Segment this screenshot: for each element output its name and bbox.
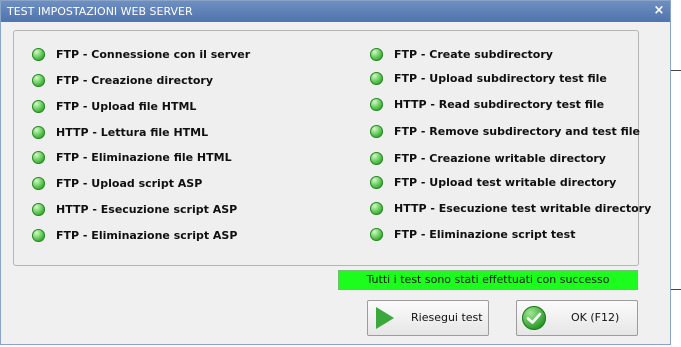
green-led-icon	[370, 98, 383, 111]
check-icon	[522, 306, 546, 330]
background-divider	[671, 289, 681, 290]
ok-button[interactable]: OK (F12)	[516, 300, 638, 336]
check-label: FTP - Upload script ASP	[56, 177, 203, 190]
check-label: HTTP - Esecuzione test writable director…	[394, 202, 652, 215]
green-led-icon	[370, 125, 383, 138]
play-icon	[376, 307, 394, 329]
test-results-panel: FTP - Connessione con il server FTP - Cr…	[13, 30, 651, 266]
check-label: FTP - Creazione directory	[56, 74, 213, 87]
green-led-icon	[32, 126, 45, 139]
green-led-icon	[370, 202, 383, 215]
green-led-icon	[370, 48, 383, 61]
background-divider	[671, 70, 681, 71]
green-led-icon	[370, 176, 383, 189]
check-label: FTP - Eliminazione script test	[394, 228, 576, 241]
check-label: FTP - Upload test writable directory	[394, 176, 617, 189]
green-led-icon	[32, 203, 45, 216]
dialog-title: TEST IMPOSTAZIONI WEB SERVER	[7, 5, 193, 18]
check-label: FTP - Creazione writable directory	[394, 152, 606, 165]
rerun-test-button[interactable]: Riesegui test	[367, 300, 489, 336]
ok-label: OK (F12)	[571, 311, 620, 324]
check-label: FTP - Connessione con il server	[56, 48, 251, 61]
green-led-icon	[32, 48, 45, 61]
green-led-icon	[370, 152, 383, 165]
check-label: FTP - Create subdirectory	[394, 48, 553, 61]
check-label: HTTP - Lettura file HTML	[56, 126, 209, 139]
test-settings-dialog: TEST IMPOSTAZIONI WEB SERVER × FTP - Con…	[0, 0, 671, 345]
check-label: FTP - Eliminazione script ASP	[56, 229, 238, 242]
green-led-icon	[32, 229, 45, 242]
green-led-icon	[32, 151, 45, 164]
check-label: FTP - Remove subdirectory and test file	[394, 125, 640, 138]
check-label: FTP - Upload file HTML	[56, 100, 197, 113]
green-led-icon	[32, 74, 45, 87]
green-led-icon	[32, 177, 45, 190]
check-label: FTP - Upload subdirectory test file	[394, 72, 607, 85]
green-led-icon	[370, 228, 383, 241]
status-banner: Tutti i test sono stati effettuati con s…	[338, 270, 638, 290]
rerun-test-label: Riesegui test	[411, 311, 483, 324]
green-led-icon	[370, 72, 383, 85]
check-label: HTTP - Read subdirectory test file	[394, 98, 605, 111]
green-led-icon	[32, 100, 45, 113]
check-label: HTTP - Esecuzione script ASP	[56, 203, 238, 216]
close-icon[interactable]: ×	[652, 4, 666, 18]
title-bar: TEST IMPOSTAZIONI WEB SERVER ×	[1, 1, 670, 22]
check-label: FTP - Eliminazione file HTML	[56, 151, 232, 164]
